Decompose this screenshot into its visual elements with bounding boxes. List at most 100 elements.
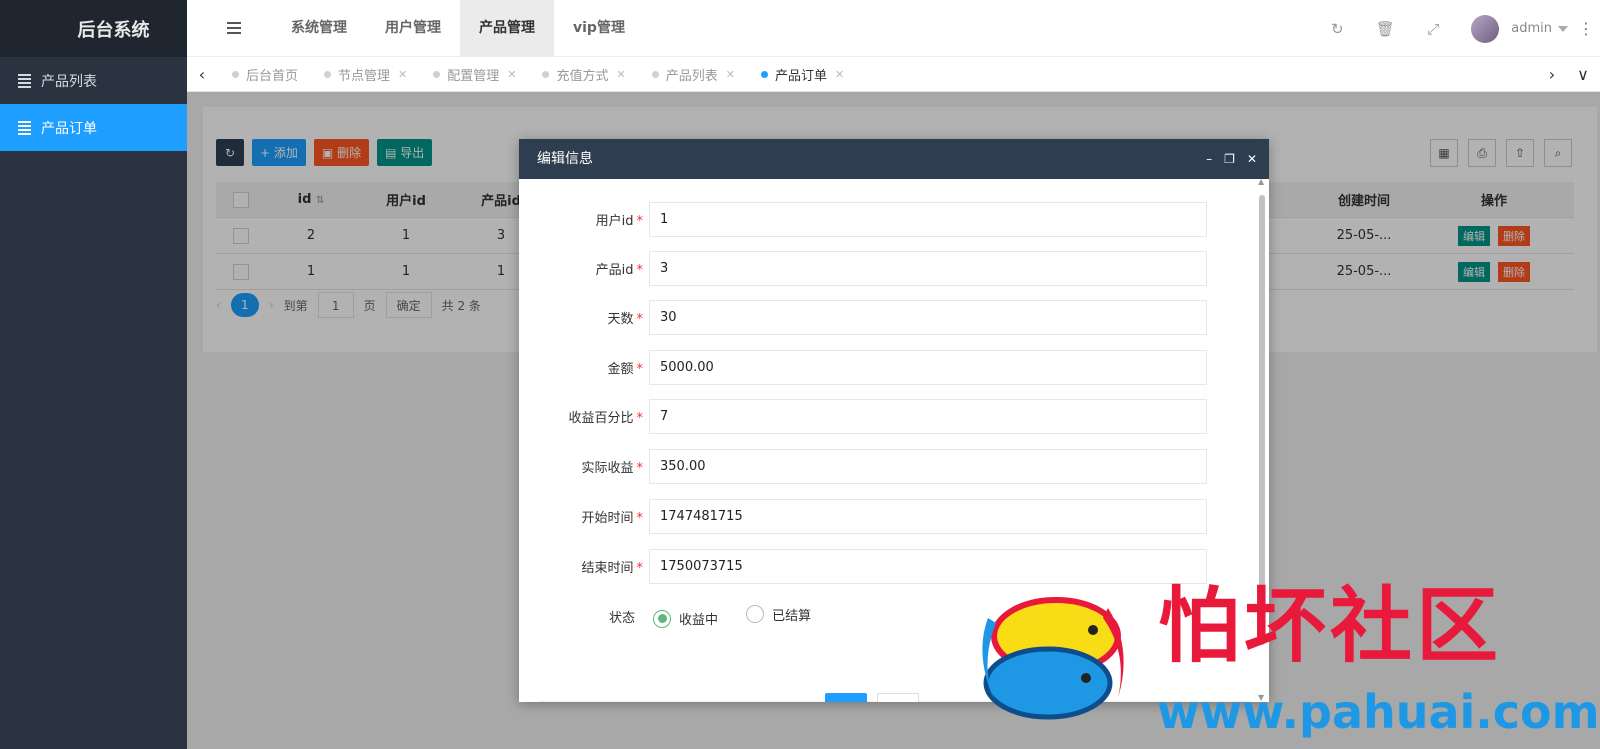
form-row-amount: 金额 * 5000.00	[519, 350, 1219, 385]
topnav-system[interactable]: 系统管理	[272, 0, 366, 57]
watermark-text: 怕坏社区	[1158, 578, 1503, 674]
status-radio-earning[interactable]: 收益中	[653, 609, 718, 628]
field-label: 收益百分比	[568, 411, 634, 426]
chevron-left-icon[interactable]: ‹	[187, 57, 217, 92]
required-mark: *	[636, 411, 644, 426]
dialog-header: 编辑信息 – ❐ ✕	[519, 139, 1269, 179]
top-header: 系统管理 用户管理 产品管理 vip管理 ↻ 🗑 ⤢ admin ⋮	[187, 0, 1600, 57]
field-label: 天数	[607, 312, 634, 327]
list-icon	[18, 120, 31, 135]
chevron-right-icon[interactable]: ›	[1537, 57, 1567, 92]
chevron-down-icon[interactable]: ∨	[1568, 57, 1598, 92]
tab-recharge[interactable]: 充值方式 ✕	[542, 57, 651, 92]
close-icon[interactable]: ✕	[1247, 139, 1257, 179]
menu-toggle-icon[interactable]	[227, 22, 241, 34]
status-radio-settled[interactable]: 已结算	[746, 605, 811, 624]
tab-product-list[interactable]: 产品列表 ✕	[651, 57, 761, 92]
field-label: 结束时间	[581, 561, 634, 576]
field-label: 开始时间	[581, 511, 634, 526]
topnav-users[interactable]: 用户管理	[366, 0, 460, 57]
watermark-url: www.pahuai.com	[1157, 685, 1600, 739]
sidebar: 后台系统 产品列表 产品订单	[0, 0, 187, 749]
close-icon[interactable]: ✕	[398, 68, 407, 81]
maximize-icon[interactable]: ❐	[1224, 139, 1235, 179]
sidebar-item-product-list[interactable]: 产品列表	[0, 57, 187, 104]
form-row-user-id: 用户id * 1	[519, 202, 1219, 237]
list-icon	[18, 73, 31, 88]
form-row-yield-percent: 收益百分比 * 7	[519, 399, 1219, 434]
tab-home[interactable]: 后台首页	[232, 57, 324, 92]
field-label: 产品id	[595, 263, 634, 278]
scroll-up-icon[interactable]: ▲	[1258, 177, 1264, 186]
dot-icon	[232, 71, 239, 78]
refresh-icon[interactable]: ↻	[1313, 20, 1361, 38]
user-id-field[interactable]: 1	[649, 202, 1207, 237]
product-id-field[interactable]: 3	[649, 251, 1207, 286]
submit-button[interactable]	[825, 693, 867, 702]
radio-checked-icon	[653, 609, 671, 628]
dot-icon	[542, 71, 550, 78]
topnav-products[interactable]: 产品管理	[460, 0, 554, 57]
sidebar-item-product-orders[interactable]: 产品订单	[0, 104, 187, 151]
field-label: 用户id	[595, 214, 634, 229]
watermark-fish-logo	[982, 597, 1124, 720]
tab-label: 节点管理	[338, 69, 391, 84]
trash-icon[interactable]: 🗑	[1361, 20, 1409, 38]
close-icon[interactable]: ✕	[617, 68, 626, 81]
topnav-vip[interactable]: vip管理	[554, 0, 644, 57]
tab-label: 后台首页	[246, 69, 299, 84]
yield-percent-field[interactable]: 7	[649, 399, 1207, 434]
reset-button[interactable]	[877, 693, 919, 702]
chevron-down-icon[interactable]	[1558, 25, 1568, 32]
tab-bar: ‹ 后台首页 节点管理 ✕ 配置管理 ✕ 充值方式 ✕ 产品列表 ✕ 产品订单 ✕ › ∨	[187, 57, 1600, 92]
days-field[interactable]: 30	[649, 300, 1207, 335]
dot-icon	[433, 71, 441, 78]
required-mark: *	[636, 263, 644, 278]
form-row-days: 天数 * 30	[519, 300, 1219, 335]
tab-label: 产品列表	[665, 69, 718, 84]
close-icon[interactable]: ✕	[507, 68, 516, 81]
edit-dialog: 编辑信息 – ❐ ✕ 用户id * 1 产品id * 3 天数 * 30 金额 * 50…	[519, 139, 1269, 702]
app-logo: 后台系统	[0, 0, 187, 57]
required-mark: *	[636, 461, 644, 476]
page-tabs: 后台首页 节点管理 ✕ 配置管理 ✕ 充值方式 ✕ 产品列表 ✕ 产品订单 ✕	[232, 57, 870, 92]
form-row-product-id: 产品id * 3	[519, 251, 1219, 286]
close-icon[interactable]: ✕	[835, 68, 844, 81]
amount-field[interactable]: 5000.00	[649, 350, 1207, 385]
dot-icon	[760, 71, 768, 78]
tab-label: 配置管理	[447, 69, 500, 84]
dialog-title: 编辑信息	[537, 151, 593, 167]
start-time-field[interactable]: 1747481715	[649, 499, 1207, 534]
dot-icon	[651, 71, 659, 78]
field-label: 状态	[608, 611, 635, 626]
header-tools: ↻ 🗑 ⤢ admin ⋮	[1313, 0, 1600, 57]
dot-icon	[324, 71, 332, 78]
required-mark: *	[636, 362, 644, 377]
top-nav: 系统管理 用户管理 产品管理 vip管理	[272, 0, 644, 57]
required-mark: *	[636, 312, 644, 327]
form-row-start-time: 开始时间 * 1747481715	[519, 499, 1219, 534]
radio-label: 收益中	[679, 613, 719, 629]
required-mark: *	[636, 214, 644, 229]
required-mark: *	[636, 561, 644, 576]
close-icon[interactable]: ✕	[726, 68, 735, 81]
username[interactable]: admin	[1511, 21, 1552, 36]
more-vertical-icon[interactable]: ⋮	[1576, 19, 1596, 38]
actual-yield-field[interactable]: 350.00	[649, 449, 1207, 484]
sidebar-item-label: 产品列表	[41, 73, 97, 90]
radio-unchecked-icon	[746, 605, 765, 624]
sidebar-item-label: 产品订单	[41, 120, 97, 137]
dialog-body: 用户id * 1 产品id * 3 天数 * 30 金额 * 5000.00 收益百分比…	[519, 179, 1269, 702]
fullscreen-icon[interactable]: ⤢	[1409, 20, 1457, 38]
tab-node[interactable]: 节点管理 ✕	[324, 57, 433, 92]
required-mark: *	[636, 511, 644, 526]
field-label: 金额	[607, 362, 634, 377]
tab-label: 产品订单	[774, 69, 827, 84]
tab-config[interactable]: 配置管理 ✕	[433, 57, 542, 92]
avatar[interactable]	[1471, 14, 1500, 43]
form-row-actual-yield: 实际收益 * 350.00	[519, 449, 1219, 484]
radio-label: 已结算	[772, 608, 812, 624]
tab-label: 充值方式	[556, 69, 609, 84]
minimize-icon[interactable]: –	[1206, 139, 1212, 179]
tab-product-orders[interactable]: 产品订单 ✕	[760, 57, 870, 92]
